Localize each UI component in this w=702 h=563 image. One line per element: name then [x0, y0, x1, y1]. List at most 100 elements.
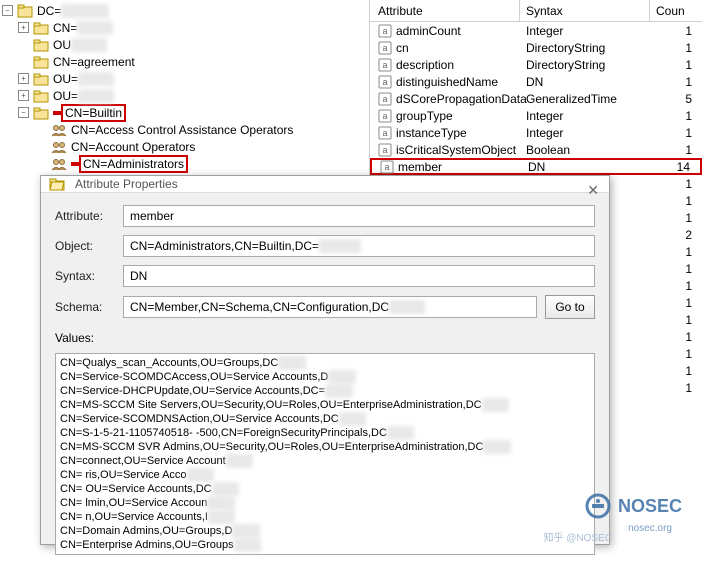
input-syntax[interactable]: DN: [123, 265, 595, 287]
attr-syntax: Boolean: [520, 143, 650, 157]
dialog-title-bar[interactable]: Attribute Properties ✕: [41, 176, 609, 193]
attr-count: 1: [650, 381, 702, 395]
attr-name: groupType: [396, 109, 453, 123]
attr-icon: a: [378, 75, 392, 89]
attr-count: 1: [650, 109, 702, 123]
attribute-properties-dialog: Attribute Properties ✕ Attribute: member…: [40, 175, 610, 545]
value-item[interactable]: CN=connect,OU=Service Accountxxxxx: [60, 454, 590, 468]
attr-syntax: Integer: [520, 24, 650, 38]
tree-item[interactable]: + CN=xxxxxx: [0, 19, 369, 36]
highlight-box: CN=Builtin: [61, 104, 126, 122]
tree-label: CN=Access Control Assistance Operators: [71, 123, 293, 137]
attr-name: member: [398, 160, 442, 174]
attr-row[interactable]: amemberDN14: [370, 158, 702, 175]
folder-icon: [33, 37, 49, 53]
value-item[interactable]: CN= n,OU=Service Accounts,Ixxxxx: [60, 510, 590, 524]
col-syntax[interactable]: Syntax: [520, 0, 650, 21]
tree-item[interactable]: CN=Account Operators: [0, 138, 369, 155]
tree-item[interactable]: CN=Administrators: [0, 155, 369, 172]
attr-row[interactable]: ainstanceTypeInteger1: [370, 124, 702, 141]
attr-row[interactable]: a isCriticalSystemObject Boolean1: [370, 141, 702, 158]
expander-icon[interactable]: +: [18, 90, 29, 101]
tree-root-label: DC=: [37, 4, 61, 18]
attr-syntax: DirectoryString: [520, 58, 650, 72]
value-item[interactable]: CN=Domain Admins,OU=Groups,Dxxxxx: [60, 524, 590, 538]
expander-icon[interactable]: −: [18, 107, 29, 118]
attr-row[interactable]: adistinguishedNameDN1: [370, 73, 702, 90]
svg-text:a: a: [382, 43, 387, 53]
attr-row[interactable]: agroupTypeInteger1: [370, 107, 702, 124]
folder-icon: [33, 54, 49, 70]
attr-count: 1: [650, 245, 702, 259]
attr-row[interactable]: acnDirectoryString1: [370, 39, 702, 56]
col-attribute[interactable]: Attribute: [370, 0, 520, 21]
svg-text:a: a: [382, 94, 387, 104]
highlight-box: CN=Administrators: [79, 155, 188, 173]
value-item[interactable]: CN=Service-SCOMDCAccess,OU=Service Accou…: [60, 370, 590, 384]
group-icon: [51, 156, 67, 172]
attr-row[interactable]: aadminCountInteger1: [370, 22, 702, 39]
tree-label: OUxxxxxx: [53, 38, 107, 52]
tree-item[interactable]: +OU=xxxxxx: [0, 87, 369, 104]
dialog-title-text: Attribute Properties: [75, 177, 178, 191]
attr-row[interactable]: adSCorePropagationDataGeneralizedTime5: [370, 90, 702, 107]
svg-text:a: a: [382, 128, 387, 138]
tree-label: CN=Administrators: [83, 157, 184, 171]
tree-label: CN=Account Operators: [71, 140, 195, 154]
attr-count: 1: [650, 364, 702, 378]
attr-syntax: DirectoryString: [520, 41, 650, 55]
value-item[interactable]: CN=MS-SCCM Site Servers,OU=Security,OU=R…: [60, 398, 590, 412]
tree-root-row[interactable]: − DC=xxxxxxxx: [0, 2, 369, 19]
values-listbox[interactable]: CN=Qualys_scan_Accounts,OU=Groups,DCxxxx…: [55, 353, 595, 555]
tree-item[interactable]: CN=agreement: [0, 53, 369, 70]
attr-count: 1: [650, 194, 702, 208]
input-object[interactable]: CN=Administrators,CN=Builtin,DC=xxxxxxx: [123, 235, 595, 257]
value-item[interactable]: CN=S-1-5-21-1105740518- -500,CN=ForeignS…: [60, 426, 590, 440]
value-item[interactable]: CN= lmin,OU=Service Accounxxxxx: [60, 496, 590, 510]
goto-button[interactable]: Go to: [545, 295, 595, 319]
tree-item[interactable]: OUxxxxxx: [0, 36, 369, 53]
label-values: Values:: [55, 331, 595, 345]
attr-row[interactable]: adescriptionDirectoryString1: [370, 56, 702, 73]
value-item[interactable]: CN= ris,OU=Service Accoxxxxx: [60, 468, 590, 482]
tree-label: CN=agreement: [53, 55, 135, 69]
expander-icon[interactable]: +: [18, 73, 29, 84]
attr-count: 1: [650, 211, 702, 225]
value-item[interactable]: CN= OU=Service Accounts,DCxxxxx: [60, 482, 590, 496]
expander-icon[interactable]: +: [18, 22, 29, 33]
attr-icon: a: [378, 143, 392, 157]
attr-icon: a: [378, 126, 392, 140]
attr-name: description: [396, 58, 454, 72]
expander-icon[interactable]: −: [2, 5, 13, 16]
tree-item[interactable]: − CN=Builtin: [0, 104, 369, 121]
label-object: Object:: [55, 239, 115, 253]
svg-text:a: a: [384, 162, 389, 172]
attr-count: 1: [650, 58, 702, 72]
attr-syntax: Integer: [520, 126, 650, 140]
tree-label: OU=xxxxxx: [53, 72, 114, 86]
attr-name: isCriticalSystemObject: [396, 143, 516, 157]
attr-icon: a: [378, 109, 392, 123]
folder-icon: [33, 20, 49, 36]
attr-icon: a: [378, 92, 392, 106]
tree-item[interactable]: CN=Access Control Assistance Operators: [0, 121, 369, 138]
attr-table-header: Attribute Syntax Coun: [370, 0, 702, 22]
value-item[interactable]: CN=MS-SCCM SVR Admins,OU=Security,OU=Rol…: [60, 440, 590, 454]
col-count[interactable]: Coun: [650, 0, 702, 21]
attr-count: 1: [650, 75, 702, 89]
tree-label: CN=xxxxxx: [53, 21, 113, 35]
input-schema[interactable]: CN=Member,CN=Schema,CN=Configuration,DCx…: [123, 296, 537, 318]
close-icon[interactable]: ✕: [587, 182, 599, 199]
input-attribute[interactable]: member: [123, 205, 595, 227]
folder-icon: [33, 105, 49, 121]
value-item[interactable]: CN=Qualys_scan_Accounts,OU=Groups,DCxxxx…: [60, 356, 590, 370]
attr-count: 1: [650, 347, 702, 361]
tree-item[interactable]: + OU=xxxxxx: [0, 70, 369, 87]
value-item[interactable]: CN=Service-DHCPUpdate,OU=Service Account…: [60, 384, 590, 398]
attr-syntax: DN: [522, 160, 652, 174]
attr-count: 5: [650, 92, 702, 106]
value-item[interactable]: CN=Service-SCOMDNSAction,OU=Service Acco…: [60, 412, 590, 426]
group-icon: [51, 122, 67, 138]
attr-count: 1: [650, 143, 702, 157]
attr-name: distinguishedName: [396, 75, 498, 89]
